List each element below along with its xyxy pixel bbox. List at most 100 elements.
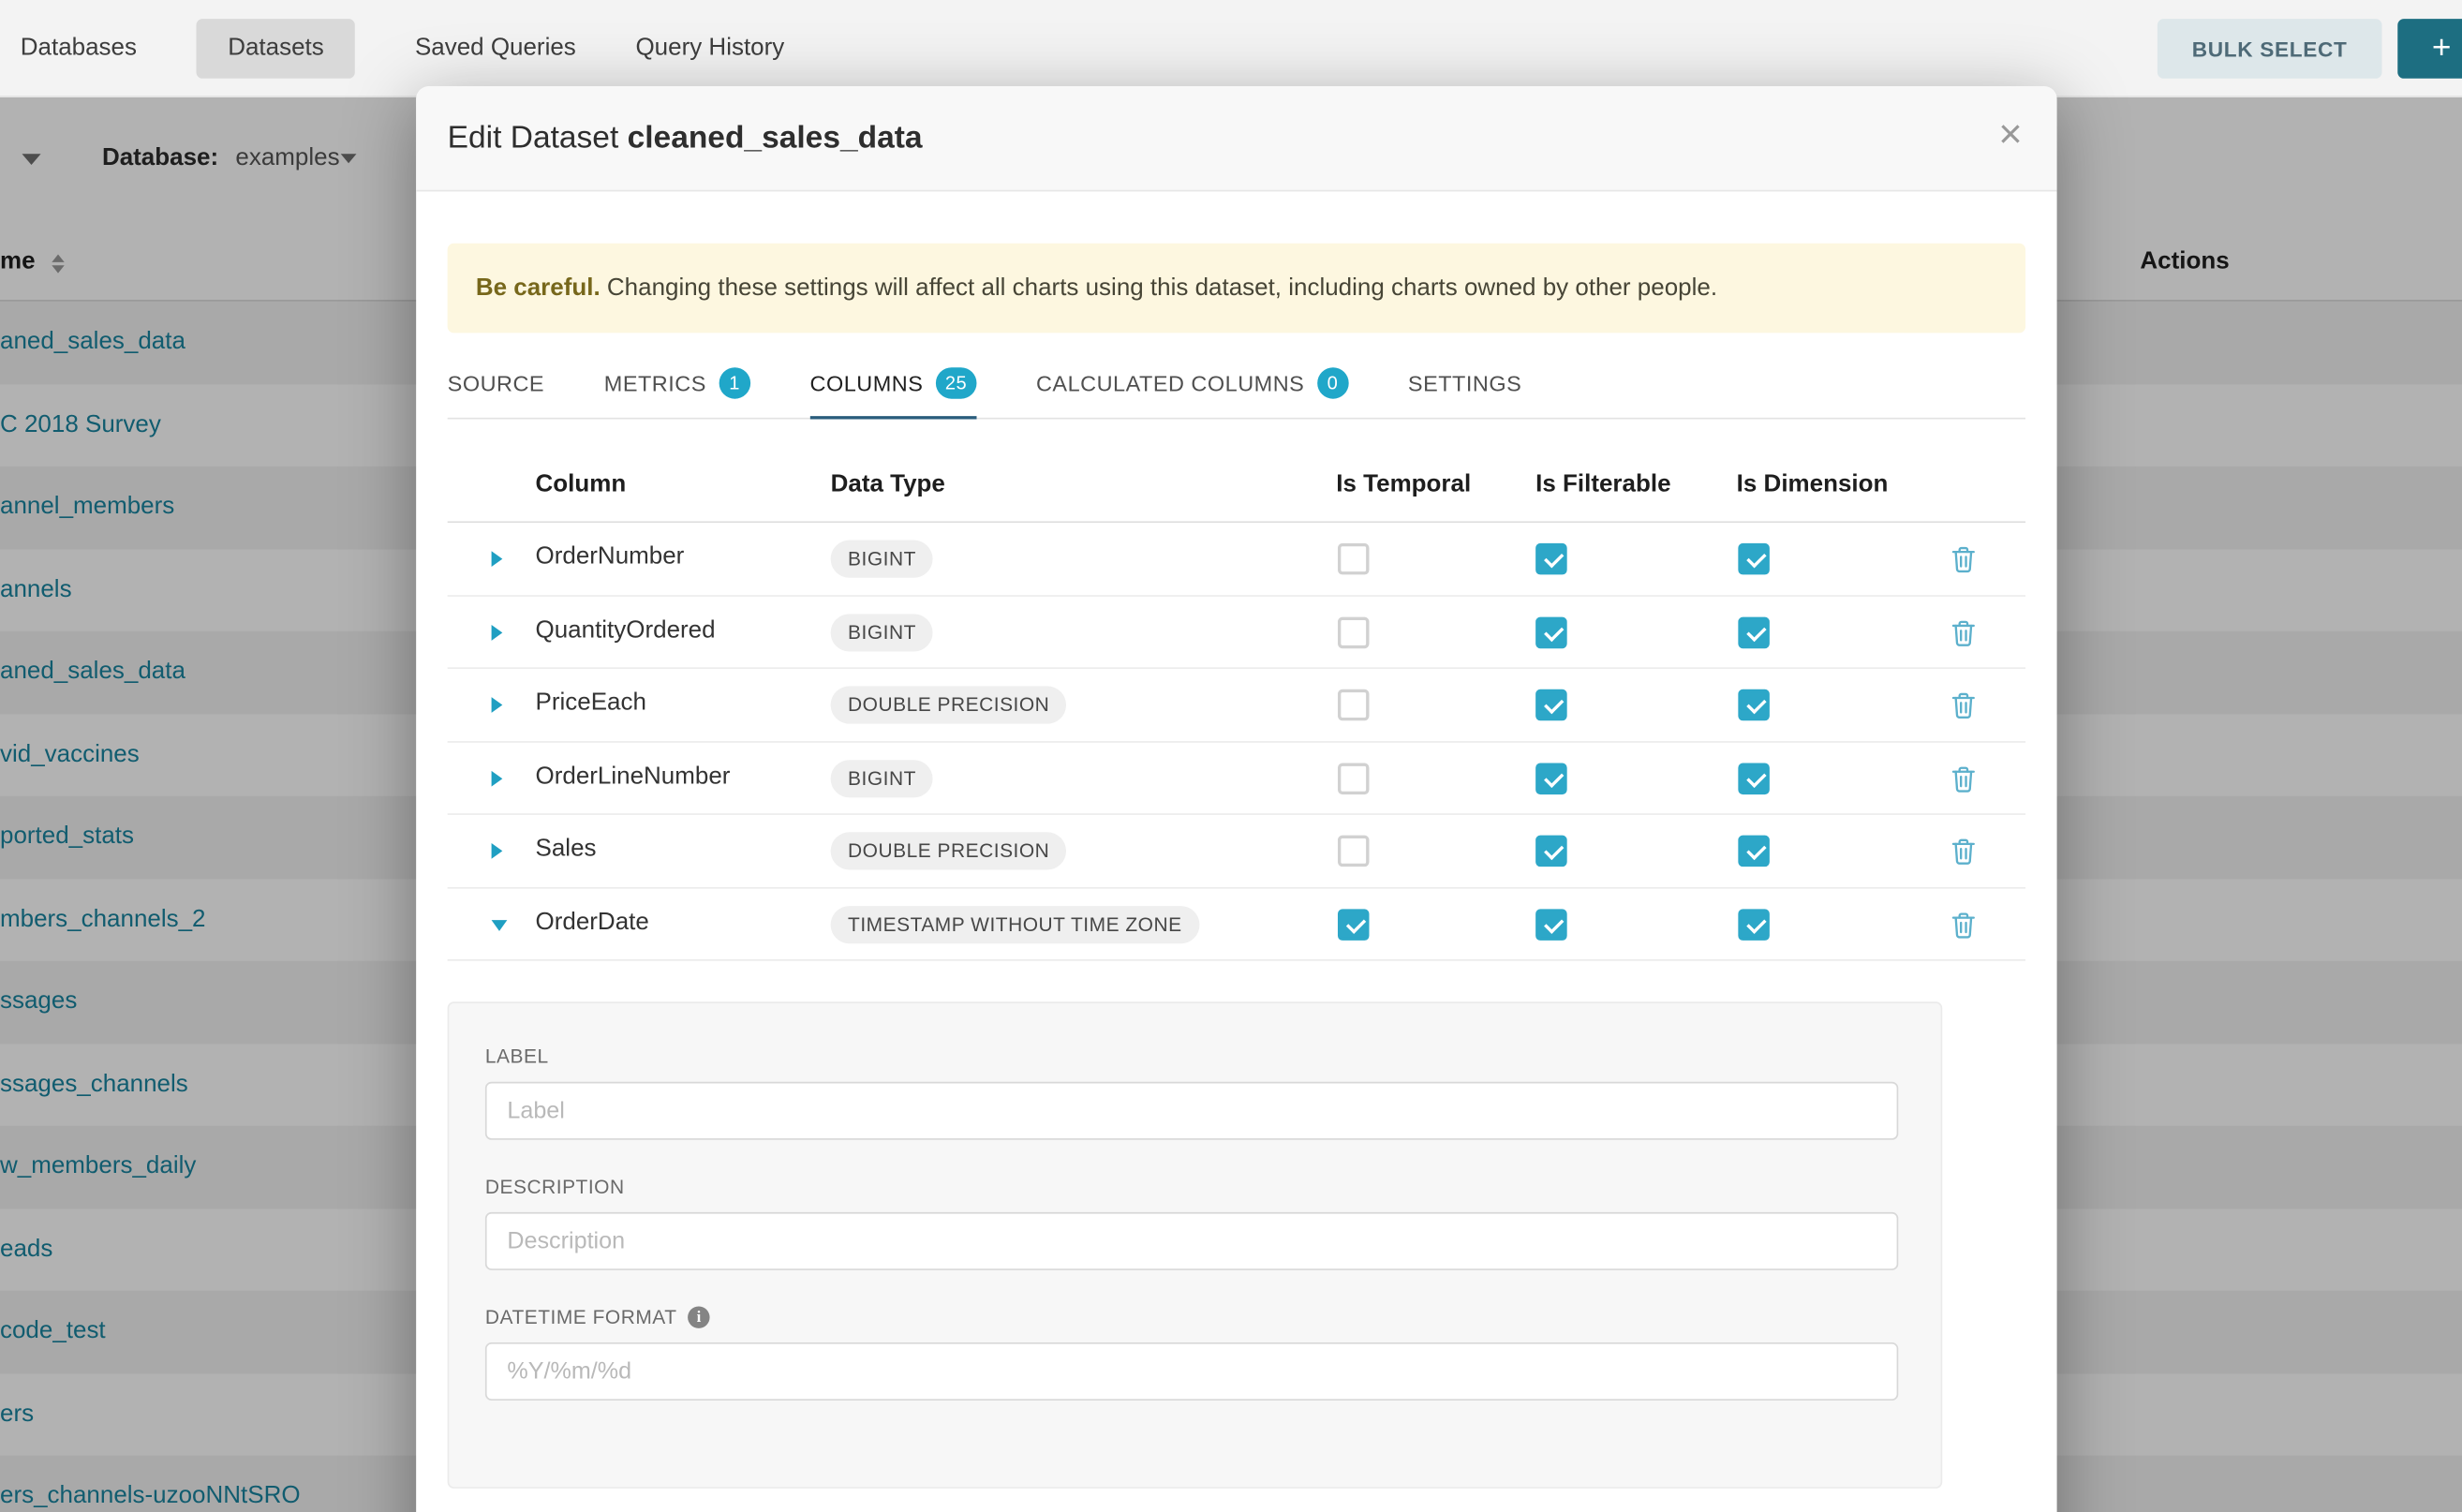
label-field-label: LABEL [485, 1045, 549, 1067]
columns-table-rows: OrderNumber BIGINT [448, 523, 2025, 961]
data-type-pill: BIGINT [831, 759, 934, 796]
is-filterable-checkbox[interactable] [1535, 543, 1567, 575]
column-row: OrderNumber BIGINT [448, 523, 2025, 596]
bulk-select-button[interactable]: BULK SELECT [2158, 19, 2382, 79]
tab[interactable]: METRICS 1 [604, 348, 750, 419]
tab[interactable]: SOURCE [448, 348, 544, 419]
is-dimension-checkbox[interactable] [1738, 836, 1770, 867]
is-temporal-checkbox[interactable] [1338, 689, 1370, 721]
data-type-pill: TIMESTAMP WITHOUT TIME ZONE [831, 905, 1199, 942]
close-icon[interactable]: × [1998, 113, 2022, 155]
is-temporal-checkbox[interactable] [1338, 763, 1370, 794]
label-input[interactable] [485, 1082, 1898, 1140]
is-temporal-checkbox[interactable] [1338, 836, 1370, 867]
datetime-format-label: DATETIME FORMAT [485, 1306, 677, 1327]
nav-tabs: Databases Datasets Saved Queries Query H… [21, 0, 784, 97]
nav-tab[interactable]: Saved Queries [415, 35, 576, 63]
info-icon [688, 1306, 709, 1327]
modal-title-dataset-name: cleaned_sales_data [628, 120, 923, 155]
edit-dataset-modal: Edit Dataset cleaned_sales_data × Be car… [416, 86, 2056, 1512]
modal-body: Be careful. Changing these settings will… [416, 244, 2056, 1489]
tab-label: CALCULATED COLUMNS [1036, 370, 1304, 395]
column-header: Column [536, 471, 627, 499]
column-row: QuantityOrdered BIGINT [448, 596, 2025, 669]
is-filterable-checkbox[interactable] [1535, 836, 1567, 867]
tab-label: SOURCE [448, 370, 544, 395]
column-row: OrderLineNumber BIGINT [448, 742, 2025, 815]
description-field-label: DESCRIPTION [485, 1176, 625, 1197]
nav-tab-label: Saved Queries [415, 35, 576, 61]
is-dimension-checkbox[interactable] [1738, 689, 1770, 721]
is-dimension-checkbox[interactable] [1738, 543, 1770, 575]
column-name: Sales [536, 836, 597, 864]
tab-label: SETTINGS [1408, 370, 1521, 395]
is-temporal-checkbox[interactable] [1338, 909, 1370, 941]
delete-column-icon[interactable] [1951, 912, 1975, 946]
app-root: Database: examples me Actions aned_sales… [0, 0, 2462, 1512]
tab-count-badge: 25 [936, 366, 976, 398]
expand-caret-icon[interactable] [492, 624, 503, 640]
data-type-pill: BIGINT [831, 613, 934, 650]
data-type-pill: DOUBLE PRECISION [831, 832, 1067, 869]
nav-tab[interactable]: Databases [21, 35, 137, 63]
column-detail-panel: LABEL DESCRIPTION DATETIME FORMAT [448, 1001, 1943, 1489]
delete-column-icon[interactable] [1951, 838, 1975, 873]
nav-tab-label: Query History [635, 35, 784, 61]
nav-tab-label: Datasets [228, 35, 324, 61]
tab[interactable]: COLUMNS 25 [810, 348, 977, 419]
delete-column-icon[interactable] [1951, 765, 1975, 800]
column-name: OrderDate [536, 909, 649, 937]
is-temporal-checkbox[interactable] [1338, 543, 1370, 575]
tab[interactable]: SETTINGS [1408, 348, 1521, 419]
column-name: PriceEach [536, 689, 646, 718]
expand-caret-icon[interactable] [492, 919, 508, 930]
tab-count-badge: 1 [719, 366, 750, 398]
is-filterable-checkbox[interactable] [1535, 763, 1567, 794]
column-row: OrderDate TIMESTAMP WITHOUT TIME ZONE [448, 888, 2025, 961]
top-navigation: Databases Datasets Saved Queries Query H… [0, 0, 2462, 97]
nav-tab[interactable]: Query History [635, 35, 784, 63]
is-filterable-checkbox[interactable] [1535, 689, 1567, 721]
column-name: QuantityOrdered [536, 616, 716, 645]
is-dimension-checkbox[interactable] [1738, 909, 1770, 941]
warning-banner: Be careful. Changing these settings will… [448, 244, 2025, 334]
nav-tab-label: Databases [21, 35, 137, 61]
is-temporal-header: Is Temporal [1336, 471, 1471, 499]
expand-caret-icon[interactable] [492, 843, 503, 859]
column-name: OrderNumber [536, 543, 685, 571]
tab-label: COLUMNS [810, 370, 924, 395]
data-type-pill: BIGINT [831, 541, 934, 578]
expand-caret-icon[interactable] [492, 697, 503, 713]
column-name: OrderLineNumber [536, 763, 731, 791]
expand-caret-icon[interactable] [492, 551, 503, 567]
modal-title-prefix: Edit Dataset [448, 120, 619, 155]
warning-text: Changing these settings will affect all … [607, 274, 1717, 301]
is-dimension-checkbox[interactable] [1738, 616, 1770, 648]
modal-header: Edit Dataset cleaned_sales_data × [416, 86, 2056, 191]
description-input[interactable] [485, 1212, 1898, 1270]
delete-column-icon[interactable] [1951, 546, 1975, 581]
warning-bold-text: Be careful. [476, 274, 601, 301]
column-row: Sales DOUBLE PRECISION [448, 815, 2025, 888]
tab[interactable]: CALCULATED COLUMNS 0 [1036, 348, 1348, 419]
tab-label: METRICS [604, 370, 706, 395]
is-filterable-checkbox[interactable] [1535, 909, 1567, 941]
is-temporal-checkbox[interactable] [1338, 616, 1370, 648]
modal-title: Edit Dataset cleaned_sales_data [448, 120, 923, 156]
column-row: PriceEach DOUBLE PRECISION [448, 669, 2025, 742]
add-dataset-button[interactable]: + [2397, 19, 2462, 79]
is-dimension-checkbox[interactable] [1738, 763, 1770, 794]
modal-tabs: SOURCE METRICS 1 COLUMNS 25 CALCUL [448, 348, 2025, 419]
nav-tab[interactable]: Datasets [197, 19, 356, 79]
is-filterable-header: Is Filterable [1535, 471, 1670, 499]
is-dimension-header: Is Dimension [1737, 471, 1889, 499]
columns-table-header: Column Data Type Is Temporal Is Filterab… [448, 419, 2025, 523]
delete-column-icon[interactable] [1951, 619, 1975, 654]
data-type-header: Data Type [831, 471, 945, 499]
delete-column-icon[interactable] [1951, 692, 1975, 727]
data-type-pill: DOUBLE PRECISION [831, 686, 1067, 723]
is-filterable-checkbox[interactable] [1535, 616, 1567, 648]
datetime-format-input[interactable] [485, 1342, 1898, 1401]
expand-caret-icon[interactable] [492, 770, 503, 786]
tab-count-badge: 0 [1317, 366, 1349, 398]
